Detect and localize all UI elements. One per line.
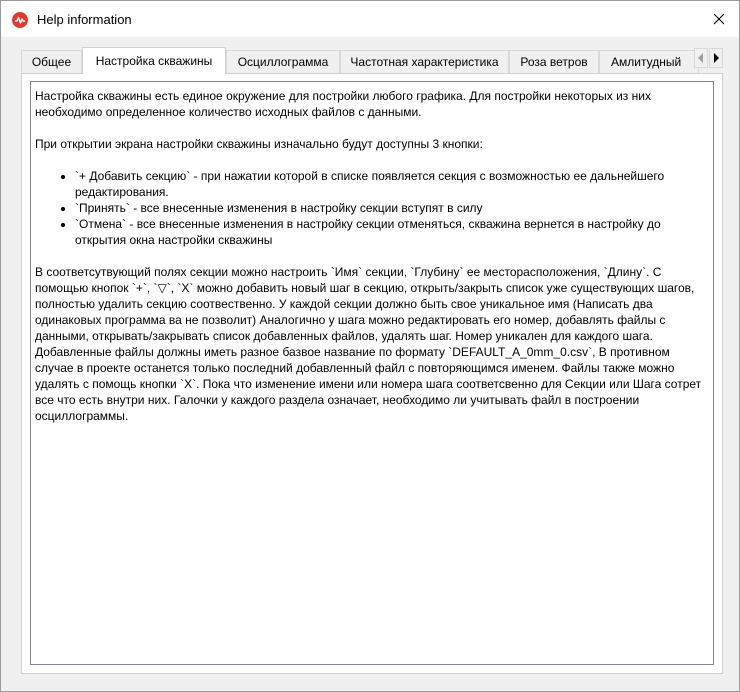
tab-frequency-response[interactable]: Частотная характеристика xyxy=(340,50,509,73)
scroll-right-icon xyxy=(714,53,719,63)
list-item: `Принять` - все внесенные изменения в на… xyxy=(75,200,709,216)
buttons-intro-paragraph: При открытии экрана настройки скважины и… xyxy=(35,137,483,151)
tab-well-setup[interactable]: Настройка скважины xyxy=(82,47,226,74)
tab-general[interactable]: Общее xyxy=(21,50,82,73)
buttons-list: `+ Добавить секцию` - при нажатии которо… xyxy=(35,168,709,248)
close-button[interactable] xyxy=(699,1,739,37)
tab-oscillogram[interactable]: Осциллограмма xyxy=(226,50,340,73)
tab-scroll-right-button[interactable] xyxy=(709,48,723,68)
app-logo-icon xyxy=(12,12,28,28)
scroll-left-icon xyxy=(698,53,703,63)
help-window: Help information Общее Настройка скважин… xyxy=(0,0,740,692)
tab-panel: Настройка скважины есть единое окружение… xyxy=(21,73,723,674)
title-bar: Help information xyxy=(1,1,739,37)
tab-strip: Общее Настройка скважины Осциллограмма Ч… xyxy=(21,47,723,74)
tab-amplitude[interactable]: Амлитудный xyxy=(599,50,699,73)
tab-scroll-arrows xyxy=(694,48,724,68)
tab-wind-rose[interactable]: Роза ветров xyxy=(509,50,599,73)
close-icon xyxy=(713,13,725,25)
help-text-area[interactable]: Настройка скважины есть единое окружение… xyxy=(30,81,714,665)
list-item: `Отмена` - все внесенные изменения в нас… xyxy=(75,216,709,248)
intro-paragraph: Настройка скважины есть единое окружение… xyxy=(35,89,651,119)
details-paragraph: В соответсутвующий полях секции можно на… xyxy=(35,265,702,423)
window-title: Help information xyxy=(37,12,132,27)
list-item: `+ Добавить секцию` - при нажатии которо… xyxy=(75,168,709,200)
tab-scroll-left-button[interactable] xyxy=(694,48,708,68)
